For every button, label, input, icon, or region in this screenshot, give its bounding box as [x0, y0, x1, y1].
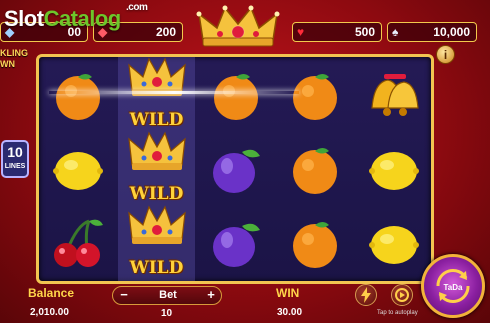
top-bar: ◆ 00 ◆ 200 ♥ 500 ♠ 10,000 SlotCatalog .c…	[0, 0, 490, 47]
orange-icon	[55, 74, 100, 120]
bet-label: Bet	[159, 289, 177, 301]
spin-label: TaDa	[443, 283, 463, 292]
symbol-orange	[276, 207, 353, 281]
cherry-icon	[53, 219, 103, 267]
lines-count: 10	[7, 144, 23, 160]
chip-b-value: 200	[155, 25, 176, 39]
lemon-icon	[368, 226, 419, 264]
crown-emblem-icon	[196, 5, 280, 47]
game-title-fragment: KLING WN	[0, 48, 28, 70]
symbol-orange	[276, 59, 353, 133]
wild-label: WILD	[129, 258, 184, 278]
bet-increase-button[interactable]: +	[202, 287, 220, 304]
orange-icon	[213, 74, 258, 120]
win-value: 30.00	[277, 307, 303, 318]
win-label: WIN	[276, 286, 300, 300]
orange-icon	[292, 74, 337, 120]
orange-icon	[292, 222, 337, 268]
symbol-wild: WILD	[118, 57, 195, 133]
symbol-plum	[197, 133, 274, 207]
watermark-part-1: Slot	[4, 6, 44, 31]
wild-label: WILD	[129, 184, 184, 204]
symbol-cherry	[39, 207, 116, 281]
chip-c-value: 500	[354, 25, 375, 39]
title-fragment-line-2: WN	[0, 59, 15, 69]
lemon-icon	[52, 152, 103, 190]
counter-chip-hearts: ♥ 500	[292, 22, 382, 42]
watermark-part-3: .com	[126, 2, 148, 13]
autoplay-button[interactable]	[391, 284, 413, 306]
tap-to-autoplay-hint: Tap to autoplay	[377, 310, 418, 316]
info-button[interactable]: i	[436, 45, 455, 64]
bet-decrease-button[interactable]: −	[115, 287, 133, 304]
symbol-bell	[355, 59, 432, 133]
lemon-icon	[368, 152, 419, 190]
bottom-bar: Balance 2,010.00 − Bet + 10 WIN 30.00	[0, 284, 490, 323]
spade-icon: ♠	[392, 25, 399, 39]
plum-icon	[212, 149, 260, 193]
symbol-plum	[197, 207, 274, 281]
turbo-button[interactable]	[355, 284, 377, 306]
crown-icon	[127, 205, 186, 244]
symbol-orange	[197, 59, 274, 133]
bet-value: 10	[161, 308, 173, 319]
watermark-logo: SlotCatalog .com	[4, 2, 148, 32]
symbol-lemon	[355, 133, 432, 207]
reel-frame: WILD WILD WILD	[36, 54, 434, 284]
symbol-wild: WILD	[118, 205, 195, 281]
symbol-lemon	[39, 133, 116, 207]
spin-button[interactable]: TaDa	[421, 254, 485, 318]
autoplay-icon	[395, 288, 409, 302]
orange-icon	[292, 148, 337, 194]
heart-icon: ♥	[297, 25, 305, 39]
title-fragment-line-1: KLING	[0, 48, 28, 58]
bell-icon	[370, 74, 419, 116]
balance-value: 2,010.00	[30, 307, 69, 318]
info-icon: i	[443, 47, 448, 62]
balance-label: Balance	[28, 286, 75, 300]
wild-label: WILD	[129, 110, 184, 130]
watermark-part-2: Catalog	[43, 6, 122, 31]
lines-label: LINES	[4, 163, 26, 170]
lines-badge: 10 LINES	[1, 140, 29, 178]
plum-icon	[212, 223, 260, 267]
reel-5	[355, 57, 432, 281]
symbol-lemon	[355, 207, 432, 281]
crown-icon	[127, 131, 186, 170]
symbol-wild: WILD	[118, 131, 195, 207]
symbol-orange	[276, 133, 353, 207]
symbol-orange	[39, 59, 116, 133]
bet-control: − Bet +	[112, 286, 222, 305]
chip-d-value: 10,000	[433, 25, 470, 39]
win-flash-effect	[49, 91, 299, 94]
lightning-icon	[361, 287, 371, 303]
counter-chip-spades: ♠ 10,000	[387, 22, 477, 42]
